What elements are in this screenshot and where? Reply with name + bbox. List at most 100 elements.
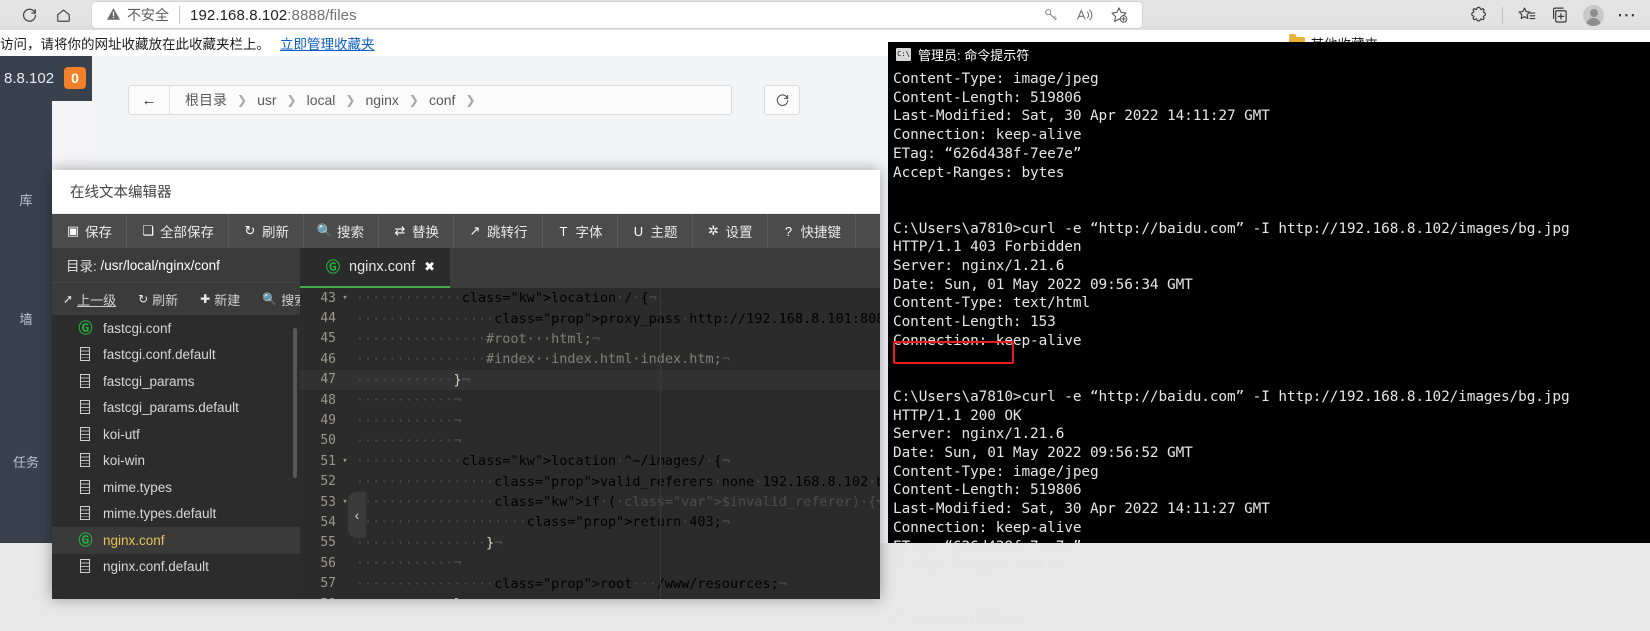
replace-button[interactable]: ⇄ 替换 [379, 214, 454, 248]
code-line[interactable]: 57 ················· class="prop">root · · · /… [300, 573, 880, 593]
file-list[interactable]: Ⓖfastcgi.conf fastcgi.conf.default fastcgi… [52, 315, 300, 599]
fold-toggle-icon[interactable]: ▾ [340, 456, 350, 466]
font-label: 字体 [575, 225, 603, 240]
home-icon[interactable] [46, 1, 80, 29]
list-item[interactable]: nginx.conf.default [52, 554, 300, 581]
extensions-icon[interactable] [1462, 1, 1496, 29]
code-text: ············}¬ [350, 596, 470, 599]
address-bar[interactable]: 不安全 192.168.8.102:8888/files [92, 2, 1142, 28]
file-name: fastcgi_params [103, 373, 195, 389]
theme-button[interactable]: U 主题 [618, 214, 693, 248]
list-item[interactable]: mime.types [52, 474, 300, 501]
line-number: 49 [320, 413, 336, 429]
code-line[interactable]: 46 ················#index··index.html·ind… [300, 349, 880, 369]
up-level-button[interactable]: ➚ 上一级 [52, 290, 127, 309]
code-line[interactable]: 47 ············}¬ [300, 369, 880, 390]
code-line[interactable]: 49 ············¬ [300, 410, 880, 430]
code-line[interactable]: 50 ············¬ [300, 431, 880, 451]
new-file-button[interactable]: ✚ 新建 [189, 290, 251, 309]
add-favorite-icon[interactable] [1102, 1, 1136, 29]
code-line[interactable]: 44 ················· class="prop">proxy_pa… [300, 308, 880, 328]
terminal-titlebar[interactable]: C:\ 管理员: 命令提示符 [888, 42, 1650, 66]
tab-nginx-conf[interactable]: Ⓖ nginx.conf ✖ [300, 248, 451, 288]
list-item[interactable]: koi-win [52, 448, 300, 475]
file-name: mime.types [103, 479, 173, 495]
sidebar-item-2[interactable]: 任务 [0, 446, 52, 477]
code-text: ············}¬ [356, 371, 470, 388]
save-button[interactable]: ▣ 保存 [52, 214, 127, 248]
shortcut-label: 快捷键 [800, 225, 842, 240]
goto-line-label: 跳转行 [487, 225, 528, 240]
code-line[interactable]: 48 ············¬ [300, 390, 880, 410]
breadcrumb-item-4[interactable]: conf [428, 92, 456, 108]
gz-file-icon: Ⓖ [78, 532, 93, 549]
code-text: ················· [356, 473, 495, 490]
file-name: nginx.conf.default [103, 559, 209, 575]
sidebar-item-1[interactable]: 墙 [0, 303, 52, 334]
manage-bookmarks-link[interactable]: 立即管理收藏夹 [280, 33, 375, 53]
fold-toggle-icon[interactable]: ▾ [340, 293, 350, 303]
code-line[interactable]: 43 ▾ ············· class="kw">location · / ·{¬ [300, 288, 880, 308]
list-item[interactable]: koi-utf [52, 421, 300, 448]
security-label: 不安全 [127, 7, 169, 23]
code-line[interactable]: 53 ▾ ················· class="kw">if ·(·clas… [300, 492, 880, 512]
font-button[interactable]: T 字体 [543, 214, 618, 248]
line-number: 46 [320, 351, 336, 367]
breadcrumb-item-0[interactable]: 根目录 [184, 90, 228, 110]
line-number: 45 [320, 331, 336, 347]
breadcrumb-item-3[interactable]: nginx [364, 92, 399, 108]
collections-icon[interactable] [1543, 1, 1577, 29]
refresh-button[interactable]: ↻ 刷新 [229, 214, 304, 248]
key-icon[interactable] [1034, 1, 1068, 29]
back-arrow-icon[interactable]: ← [129, 86, 170, 114]
list-item[interactable]: Ⓖnginx.conf [52, 527, 300, 554]
list-item[interactable]: mime.types.default [52, 501, 300, 528]
console-icon: C:\ [896, 47, 911, 61]
goto-line-button[interactable]: ↗ 跳转行 [454, 214, 543, 248]
code-line[interactable]: 56 ············¬ [300, 553, 880, 573]
new-file-label: 新建 [214, 292, 241, 308]
breadcrumb-item-2[interactable]: local [306, 92, 337, 108]
gz-file-icon: Ⓖ [78, 320, 93, 337]
url-text[interactable]: 192.168.8.102:8888/files [190, 7, 357, 24]
file-name: nginx.conf [103, 532, 165, 548]
close-icon[interactable]: ✖ [424, 259, 435, 275]
refresh-icon[interactable] [764, 85, 800, 115]
shortcut-button[interactable]: ? 快捷键 [768, 214, 856, 248]
code-text: ············¬ [356, 555, 462, 572]
code-line[interactable]: 58 ············}¬ [300, 594, 880, 599]
code-line[interactable]: 45 ················#root···html;¬ [300, 329, 880, 349]
document-icon [78, 426, 93, 442]
breadcrumb-separator: ❯ [465, 93, 476, 107]
code-line[interactable]: 54 ····················· class="prop">retu… [300, 512, 880, 532]
file-refresh-button[interactable]: ↻ 刷新 [127, 290, 189, 309]
search-button[interactable]: 🔍 搜索 [304, 214, 379, 248]
more-options-icon[interactable]: ⋯ [1610, 1, 1644, 29]
list-item[interactable]: fastcgi.conf.default [52, 342, 300, 369]
favorites-icon[interactable] [1509, 1, 1543, 29]
profile-avatar-icon[interactable] [1583, 4, 1604, 26]
bt-sidebar: 库 墙 任务 [0, 56, 52, 543]
code-area[interactable]: 43 ▾ ············· class="kw">location · / ·{¬… [300, 288, 880, 599]
list-item[interactable]: Ⓖfastcgi.conf [52, 315, 300, 342]
list-item[interactable]: fastcgi_params [52, 368, 300, 395]
line-number: 56 [320, 555, 336, 571]
file-list-scrollbar[interactable] [293, 328, 297, 478]
terminal-output[interactable]: Content-Type: image/jpeg Content-Length:… [888, 66, 1650, 629]
collapse-panel-button[interactable]: ‹ [348, 492, 366, 538]
security-status[interactable]: 不安全 [92, 5, 169, 25]
refresh-icon[interactable] [12, 1, 46, 29]
list-item[interactable]: fastcgi_params.default [52, 395, 300, 422]
editor-tabbar: Ⓖ nginx.conf ✖ [300, 248, 880, 288]
code-line[interactable]: 52 ················· class="prop">valid_re… [300, 472, 880, 492]
search-icon: 🔍 [316, 223, 334, 238]
sidebar-item-0[interactable]: 库 [0, 184, 52, 215]
line-number: 43 [320, 290, 336, 306]
read-aloud-icon[interactable] [1068, 1, 1102, 29]
breadcrumb-item-1[interactable]: usr [256, 92, 277, 108]
code-text: ················· [356, 310, 495, 327]
settings-button[interactable]: ✲ 设置 [693, 214, 768, 248]
save-all-button[interactable]: ❏ 全部保存 [127, 214, 229, 248]
code-line[interactable]: 51 ▾ ············· class="kw">location · ^~/i… [300, 451, 880, 471]
line-number: 52 [320, 474, 336, 490]
